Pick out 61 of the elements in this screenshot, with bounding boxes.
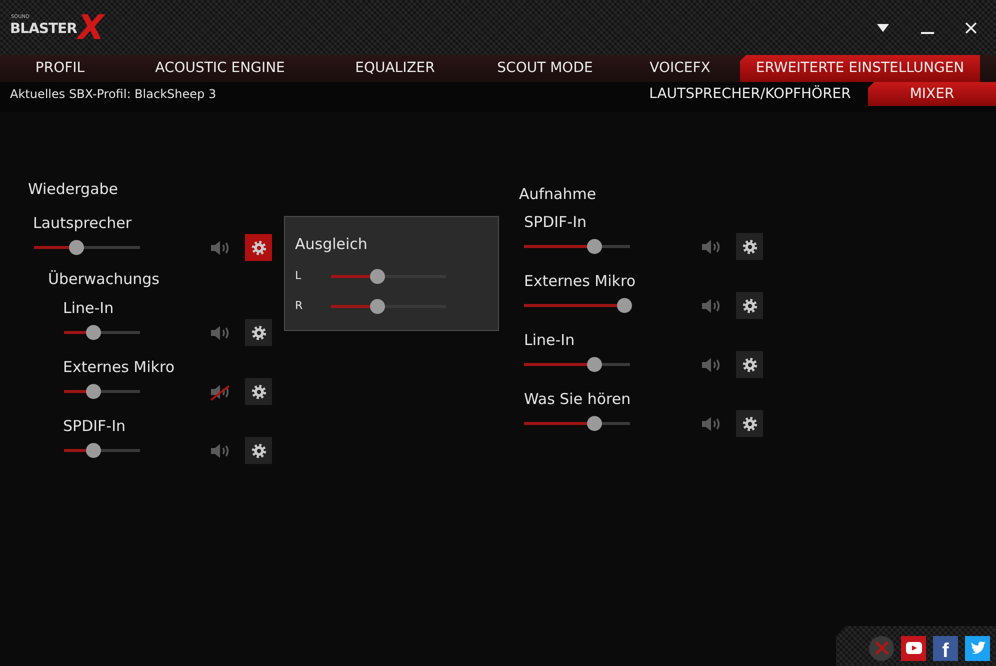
channel-name: Lautsprecher [33, 213, 132, 234]
gear-icon [742, 416, 758, 432]
logo-wordmark: BLASTER [10, 21, 77, 37]
tab[interactable]: ACOUSTIC ENGINE [120, 55, 320, 82]
settings-button[interactable] [736, 292, 763, 319]
slider-thumb[interactable] [586, 416, 602, 431]
slider-thumb[interactable] [586, 357, 602, 372]
settings-button[interactable] [736, 233, 763, 260]
settings-button[interactable] [245, 234, 272, 261]
gear-icon [250, 384, 266, 400]
twitter-button[interactable] [965, 636, 990, 660]
section-title: Wiedergabe [28, 179, 120, 200]
slider-thumb[interactable] [370, 269, 385, 284]
popup-title: Ausgleich [295, 235, 368, 253]
settings-button[interactable] [245, 319, 272, 346]
section-title: Überwachungs [47, 269, 160, 290]
minimize-icon [920, 32, 934, 34]
channel-name: Was Sie hören [524, 389, 632, 410]
bird-icon [970, 641, 986, 655]
channel-name: Externes Mikro [524, 271, 636, 292]
channel-label: R [295, 299, 303, 312]
tab[interactable]: SCOUT MODE [470, 55, 620, 82]
settings-button[interactable] [736, 410, 763, 437]
channel-name: Line-In [63, 298, 115, 319]
tab[interactable]: VOICEFX [620, 55, 740, 82]
subtab[interactable]: MIXER [868, 82, 996, 106]
close-icon [965, 22, 977, 34]
muted-speaker-icon[interactable] [210, 382, 232, 400]
tab[interactable]: EQUALIZER [320, 55, 470, 82]
slider-thumb[interactable] [86, 443, 101, 458]
facebook-button[interactable]: f [933, 636, 958, 660]
slider-thumb[interactable] [616, 298, 632, 313]
section-title: Aufnahme [519, 184, 598, 205]
youtube-button[interactable] [901, 636, 926, 660]
tab[interactable]: PROFIL [0, 55, 120, 82]
gear-icon [250, 324, 266, 340]
subtab[interactable]: LAUTSPRECHER/KOPFHÖRER [640, 82, 860, 106]
gear-icon [250, 442, 266, 458]
slider-thumb[interactable] [586, 239, 602, 254]
gear-icon [742, 356, 758, 372]
channel-label: L [295, 269, 302, 282]
slider-thumb[interactable] [370, 299, 385, 314]
slider-thumb[interactable] [69, 240, 84, 255]
close-icon [874, 641, 888, 655]
channel-name: Line-In [524, 330, 576, 351]
profile-label: Aktuelles SBX-Profil: BlackSheep 3 [9, 86, 218, 103]
gear-icon [742, 298, 758, 314]
tab[interactable]: ERWEITERTE EINSTELLUNGEN [740, 55, 980, 82]
logo-mark: X [78, 10, 104, 44]
play-icon [906, 642, 922, 654]
channel-name: SPDIF-In [63, 416, 127, 437]
channel-name: SPDIF-In [524, 212, 588, 233]
slider-thumb[interactable] [86, 325, 101, 340]
triangle-down-icon [877, 24, 889, 32]
settings-button[interactable] [736, 351, 763, 378]
slider-thumb[interactable] [86, 384, 101, 399]
gear-icon [250, 240, 266, 256]
settings-button[interactable] [245, 437, 272, 464]
channel-name: Externes Mikro [63, 357, 176, 378]
gear-icon [742, 238, 758, 254]
settings-button[interactable] [245, 378, 272, 405]
